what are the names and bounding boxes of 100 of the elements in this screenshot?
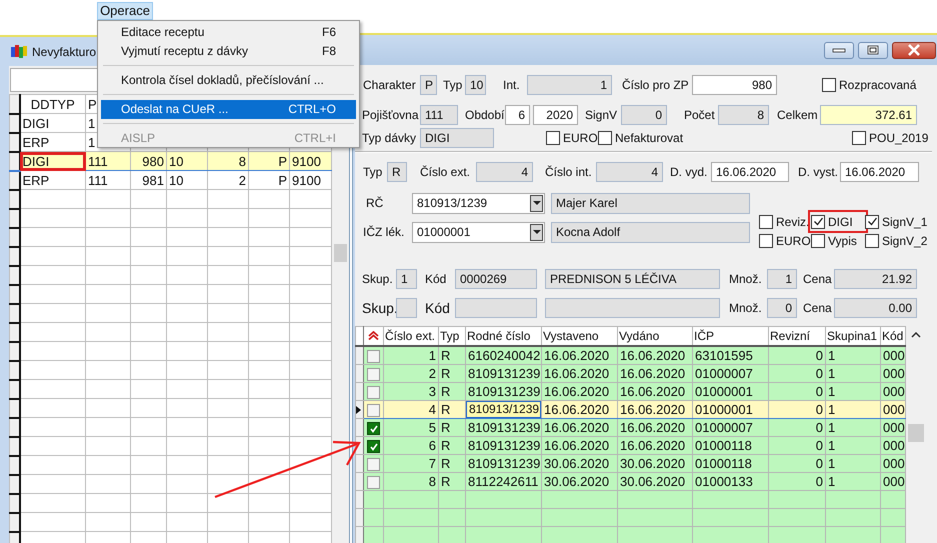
table-cell: 01000007 bbox=[695, 420, 753, 435]
readonly-field: PREDNISON 5 LÉČIVA bbox=[545, 269, 720, 289]
table-cell: 63101595 bbox=[695, 348, 753, 363]
readonly-field: 1 bbox=[767, 269, 797, 289]
table-cell: 1 bbox=[828, 456, 836, 471]
field-label: Typ bbox=[363, 165, 384, 179]
table-cell: 01000133 bbox=[695, 474, 753, 489]
table-cell: 16.06.2020 bbox=[620, 348, 686, 363]
table-cell: 30.06.2020 bbox=[620, 456, 686, 471]
readonly-field: 0.00 bbox=[834, 298, 917, 318]
checkbox-label: Nefakturovat bbox=[615, 131, 684, 145]
table-cell: 000 bbox=[883, 348, 904, 363]
checkbox-label: EURO bbox=[563, 131, 598, 145]
table-cell: 4 bbox=[428, 402, 436, 417]
readonly-field: DIGI bbox=[420, 128, 494, 148]
field-label: D. vyd. bbox=[670, 165, 708, 179]
table-cell: 8112242611 bbox=[468, 474, 538, 489]
readonly-field: 21.92 bbox=[834, 269, 917, 289]
table-cell: R bbox=[441, 474, 450, 489]
table-cell: 981 bbox=[130, 170, 166, 190]
field-label: Charakter bbox=[363, 78, 417, 92]
table-cell: 1 bbox=[828, 402, 836, 417]
field-label: Číslo ext. bbox=[420, 165, 472, 179]
table-cell: 6 bbox=[428, 438, 436, 453]
table-cell: R bbox=[441, 366, 450, 381]
table-cell: 16.06.2020 bbox=[620, 438, 686, 453]
table-cell: 01000118 bbox=[695, 456, 752, 471]
readonly-field: Kocna Adolf bbox=[551, 222, 750, 242]
table-cell: 1 bbox=[828, 348, 836, 363]
table-cell: 01000118 bbox=[695, 438, 752, 453]
table-cell: R bbox=[441, 348, 450, 363]
field-label: Typ bbox=[443, 78, 463, 92]
table-cell: 0 bbox=[816, 438, 823, 453]
table-cell: 1 bbox=[828, 366, 836, 381]
field-label: RČ bbox=[366, 196, 384, 210]
table-cell: 1 bbox=[828, 438, 836, 453]
readonly-field: R bbox=[387, 162, 407, 182]
checkbox-label: DIGI bbox=[828, 214, 853, 228]
field-label: Skup. bbox=[362, 300, 394, 316]
table-cell: 30.06.2020 bbox=[544, 474, 610, 489]
table-cell: 30.06.2020 bbox=[620, 474, 686, 489]
window-title: Nevyfakturo bbox=[32, 44, 96, 58]
table-cell: 8109131239 bbox=[468, 384, 540, 399]
table-cell: 01000007 bbox=[695, 366, 753, 381]
total-field: 372.61 bbox=[820, 105, 917, 125]
table-cell: 30.06.2020 bbox=[544, 456, 610, 471]
readonly-field: P bbox=[420, 75, 437, 95]
field-label: Int. bbox=[503, 78, 521, 92]
checkbox-label: Vypis bbox=[828, 234, 857, 248]
table-cell: P bbox=[248, 170, 290, 190]
table-cell: 000 bbox=[883, 420, 904, 435]
table-cell: R bbox=[441, 384, 450, 399]
table-cell: 000 bbox=[883, 384, 904, 399]
field-label: Množ. bbox=[729, 301, 763, 315]
table-cell: 16.06.2020 bbox=[544, 366, 610, 381]
readonly-field: Majer Karel bbox=[551, 192, 750, 214]
table-cell: DIGI bbox=[20, 114, 86, 132]
readonly-field: 4 bbox=[476, 162, 533, 182]
table-cell: 16.06.2020 bbox=[544, 438, 610, 453]
table-cell: 1 bbox=[828, 384, 836, 399]
field-label: Celkem bbox=[777, 108, 817, 122]
readonly-field: 1 bbox=[527, 75, 612, 95]
table-cell: 10 bbox=[166, 152, 208, 170]
table-cell: 0 bbox=[816, 402, 823, 417]
field-label: Období bbox=[465, 108, 503, 122]
table-cell: 1 bbox=[828, 474, 836, 489]
table-cell: 3 bbox=[428, 384, 436, 399]
table-cell: 000 bbox=[883, 438, 904, 453]
table-cell: 01000001 bbox=[695, 402, 753, 417]
table-cell: 2 bbox=[428, 366, 436, 381]
table-cell: 000 bbox=[883, 402, 904, 417]
table-cell: 16.06.2020 bbox=[620, 366, 686, 381]
table-cell: 9100 bbox=[290, 152, 332, 170]
table-cell: 1 bbox=[828, 420, 836, 435]
field-label: SignV bbox=[585, 108, 618, 122]
field-label: Kód bbox=[425, 300, 451, 316]
table-cell: 0 bbox=[816, 456, 823, 471]
readonly-field: 8 bbox=[718, 105, 769, 125]
table-cell: R bbox=[441, 438, 450, 453]
table-cell: 000 bbox=[883, 474, 904, 489]
field-label: Kód bbox=[425, 272, 448, 286]
table-cell: 5 bbox=[428, 420, 436, 435]
table-cell: 8 bbox=[208, 152, 248, 170]
field-label: Typ dávky bbox=[362, 131, 417, 145]
table-cell: 111 bbox=[86, 152, 130, 170]
table-cell: 16.06.2020 bbox=[544, 420, 610, 435]
table-cell: 7 bbox=[428, 456, 436, 471]
field-label: Skup. bbox=[362, 272, 394, 286]
table-cell: 10 bbox=[166, 170, 208, 190]
readonly-field: 10 bbox=[465, 75, 486, 95]
readonly-field: 0 bbox=[767, 298, 797, 318]
table-cell: R bbox=[441, 420, 450, 435]
field-label: Cena bbox=[803, 272, 833, 286]
field-label: Pojišťovna bbox=[362, 108, 418, 122]
table-cell: 000 bbox=[883, 456, 904, 471]
table-cell: 16.06.2020 bbox=[544, 402, 610, 417]
table-cell: P bbox=[248, 152, 290, 170]
checkbox-label: Rozpracovaná bbox=[839, 78, 916, 92]
table-cell: 6160240042 bbox=[468, 348, 540, 363]
field-label: Počet bbox=[684, 108, 716, 122]
